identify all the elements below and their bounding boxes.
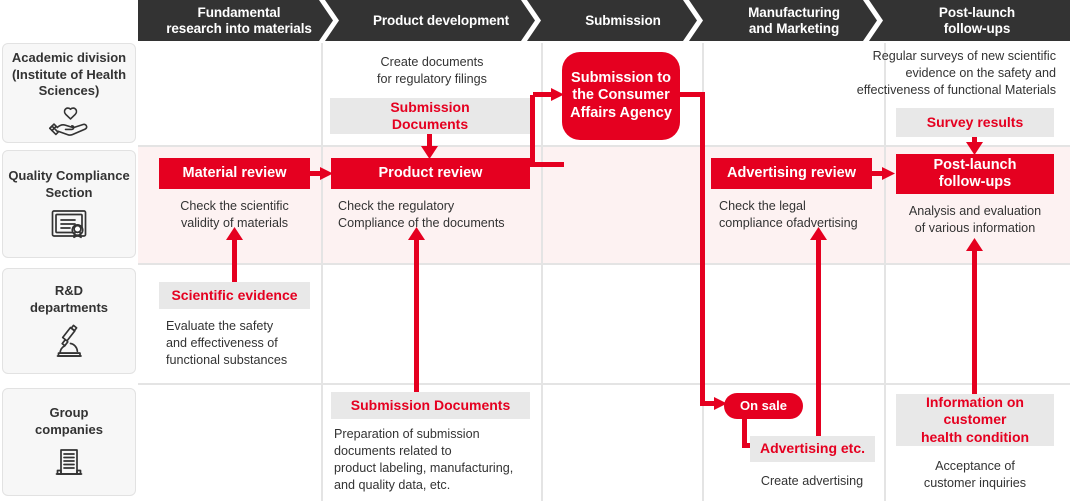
grid-line-col4-right bbox=[884, 43, 886, 501]
row-label-text: Group companies bbox=[35, 405, 103, 437]
create-documents-note: Create documents for regulatory filings bbox=[377, 55, 487, 86]
grid-line-row1-bottom bbox=[138, 145, 1070, 147]
connector-customer-health-to-post-launch bbox=[972, 248, 977, 396]
phase-header-manufacturing-marketing[interactable]: Manufacturing and Marketing bbox=[704, 0, 884, 41]
submission-documents-group-box[interactable]: Submission Documents bbox=[331, 392, 530, 419]
arrow-up-icon bbox=[226, 227, 243, 240]
submission-documents-group-note: Preparation of submission documents relat… bbox=[334, 427, 514, 492]
grid-line-row2-bottom bbox=[138, 263, 1070, 265]
row-label-text: Quality Compliance Section bbox=[8, 168, 130, 200]
advertising-review-box[interactable]: Advertising review bbox=[711, 158, 872, 189]
phase-header-submission[interactable]: Submission bbox=[542, 0, 704, 41]
scientific-evidence-box[interactable]: Scientific evidence bbox=[159, 282, 310, 309]
survey-results-box[interactable]: Survey results bbox=[896, 108, 1054, 137]
connector-scientific-evidence-to-material-review bbox=[232, 237, 237, 285]
phase-header-band: Fundamental research into materials Produ… bbox=[138, 0, 1070, 41]
chevron-right-icon bbox=[681, 0, 705, 41]
on-sale-box[interactable]: On sale bbox=[724, 393, 803, 419]
connector-submission-to-onsale-v bbox=[700, 92, 705, 404]
hand-heart-icon bbox=[48, 106, 90, 136]
chevron-right-icon bbox=[861, 0, 885, 41]
row-label-academic-division[interactable]: Academic division (Institute of Health Sci… bbox=[2, 43, 136, 143]
arrow-up-icon bbox=[966, 238, 983, 251]
connector-advertising-to-advertising-review bbox=[816, 237, 821, 437]
phase-header-fundamental-research[interactable]: Fundamental research into materials bbox=[138, 0, 340, 41]
row-label-text: R&D departments bbox=[29, 283, 109, 315]
grid-line-col1-right bbox=[321, 43, 323, 501]
building-icon bbox=[52, 445, 86, 479]
process-flow-diagram: Fundamental research into materials Produ… bbox=[0, 0, 1070, 501]
arrow-right-icon bbox=[882, 167, 895, 180]
scientific-evidence-note: Evaluate the safety and effectiveness of f… bbox=[166, 319, 288, 367]
connector-product-review-to-submission-v bbox=[530, 95, 535, 167]
connector-product-review-to-submission-h bbox=[530, 162, 564, 167]
grid-line-row3-bottom bbox=[138, 383, 1070, 385]
phase-header-label: Product development bbox=[372, 12, 510, 28]
row-label-quality-compliance[interactable]: Quality Compliance Section bbox=[2, 150, 136, 258]
microscope-icon bbox=[51, 323, 87, 359]
material-review-box[interactable]: Material review bbox=[159, 158, 310, 189]
phase-header-label: Manufacturing and Marketing bbox=[748, 4, 840, 36]
submission-documents-box[interactable]: Submission Documents bbox=[330, 98, 530, 134]
arrow-up-icon bbox=[810, 227, 827, 240]
phase-header-product-development[interactable]: Product development bbox=[340, 0, 542, 41]
post-launch-followups-box[interactable]: Post-launch follow-ups bbox=[896, 154, 1054, 194]
submission-to-consumer-affairs-agency-box[interactable]: Submission to the Consumer Affairs Agency bbox=[562, 52, 680, 140]
phase-header-label: Post-launch follow-ups bbox=[938, 4, 1016, 36]
row-label-group-companies[interactable]: Group companies bbox=[2, 388, 136, 496]
product-review-box[interactable]: Product review bbox=[331, 158, 530, 189]
post-launch-followups-note: Analysis and evaluation of various inform… bbox=[908, 204, 1042, 235]
row-label-text: Academic division (Institute of Health Sci… bbox=[11, 50, 127, 99]
phase-header-label: Fundamental research into materials bbox=[166, 4, 312, 36]
phase-header-label: Submission bbox=[585, 12, 661, 28]
row-label-rd-departments[interactable]: R&D departments bbox=[2, 268, 136, 374]
product-review-note: Check the regulatory Compliance of the do… bbox=[338, 199, 505, 230]
advertising-etc-note: Create advertising bbox=[760, 474, 864, 488]
regular-surveys-note: Regular surveys of new scientific evidenc… bbox=[856, 49, 1056, 97]
customer-health-condition-box[interactable]: Information on customer health condition bbox=[896, 394, 1054, 446]
advertising-etc-box[interactable]: Advertising etc. bbox=[750, 436, 875, 462]
phase-header-post-launch-followups[interactable]: Post-launch follow-ups bbox=[884, 0, 1070, 41]
customer-health-condition-note: Acceptance of customer inquiries bbox=[923, 459, 1027, 490]
connector-group-docs-to-product-review bbox=[414, 237, 419, 395]
certificate-icon bbox=[50, 208, 88, 240]
advertising-review-note: Check the legal compliance ofadvertising bbox=[719, 199, 858, 230]
arrow-up-icon bbox=[408, 227, 425, 240]
